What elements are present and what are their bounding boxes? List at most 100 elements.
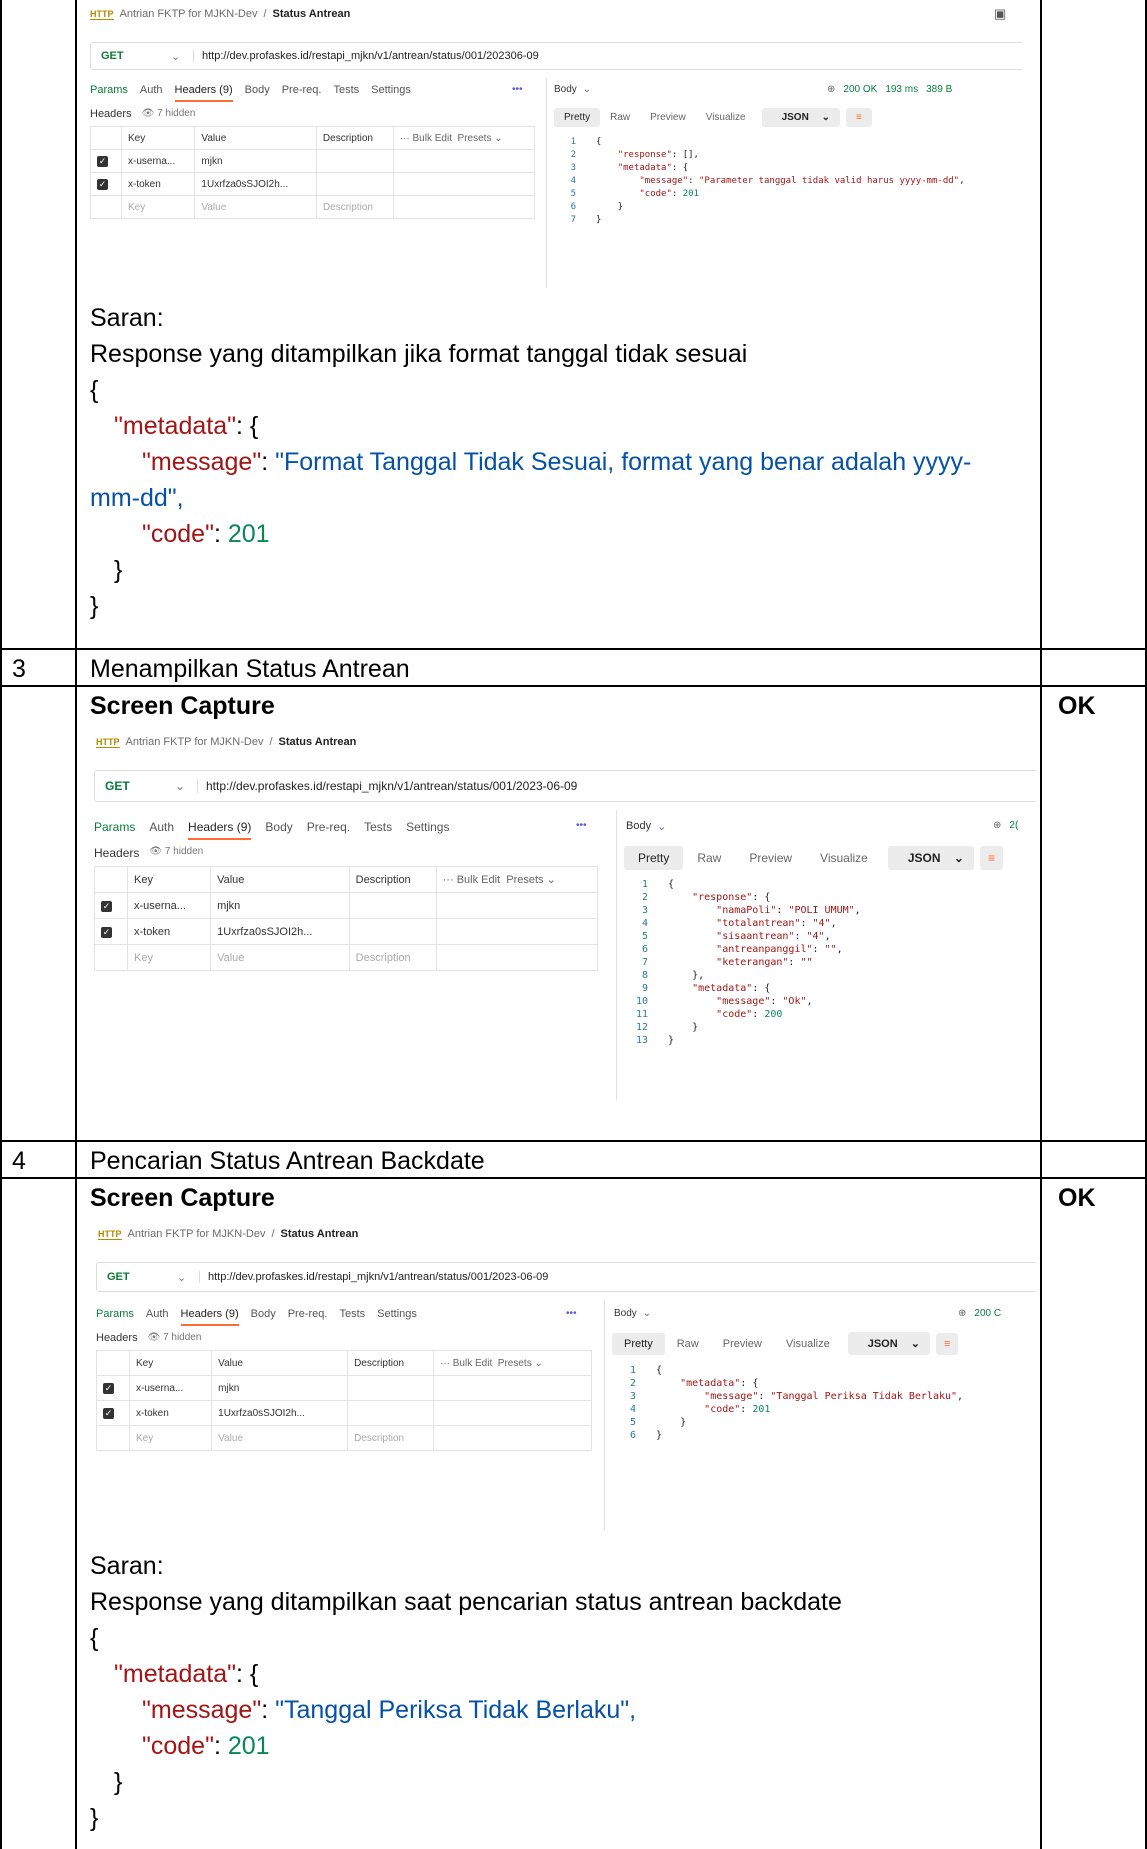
row-divider bbox=[0, 1177, 1147, 1179]
tab-prereq[interactable]: Pre-req. bbox=[282, 84, 322, 102]
tab-body[interactable]: Body bbox=[251, 1308, 276, 1326]
format-select[interactable]: JSON ⌄ bbox=[847, 1332, 930, 1355]
hidden-toggle[interactable]: 👁 7 hidden bbox=[149, 846, 203, 860]
headers-row: Headers 👁 7 hidden bbox=[94, 846, 204, 860]
globe-icon: ⊕ bbox=[993, 820, 1002, 831]
chevron-down-icon[interactable]: ⌄ bbox=[177, 1271, 199, 1284]
tab-params[interactable]: Params bbox=[90, 84, 128, 102]
tab-settings[interactable]: Settings bbox=[406, 820, 449, 840]
tab-pretty[interactable]: Pretty bbox=[624, 846, 684, 870]
tab-raw[interactable]: Raw bbox=[665, 1333, 711, 1355]
tab-headers[interactable]: Headers (9) bbox=[188, 820, 252, 840]
tab-preview[interactable]: Preview bbox=[640, 108, 696, 127]
wrap-icon[interactable]: ≡ bbox=[845, 108, 872, 127]
tab-settings[interactable]: Settings bbox=[371, 84, 411, 102]
url-bar[interactable]: GET ⌄ http://dev.profaskes.id/restapi_mj… bbox=[90, 42, 1022, 70]
line-number: 2 bbox=[570, 150, 576, 160]
more-icon[interactable]: ••• bbox=[512, 84, 523, 95]
response-status: ⊕ 200 OK 193 ms 389 B bbox=[827, 84, 953, 95]
tab-auth[interactable]: Auth bbox=[140, 84, 163, 102]
tab-settings[interactable]: Settings bbox=[377, 1308, 417, 1326]
tab-body[interactable]: Body bbox=[245, 84, 270, 102]
line-number: 1 bbox=[570, 137, 576, 147]
checkbox-icon[interactable]: ✓ bbox=[103, 1382, 114, 1394]
checkbox-icon[interactable]: ✓ bbox=[97, 155, 108, 167]
response-tabs: Pretty Raw Preview Visualize JSON ⌄ ≡ bbox=[624, 846, 1003, 870]
tab-prereq[interactable]: Pre-req. bbox=[307, 820, 350, 840]
format-select[interactable]: JSON ⌄ bbox=[887, 846, 974, 870]
line-number: 5 bbox=[570, 189, 576, 199]
method-select[interactable]: GET bbox=[91, 50, 171, 62]
tab-auth[interactable]: Auth bbox=[146, 1308, 169, 1326]
breadcrumb: HTTP Antrian FKTP for MJKN-Dev / Status … bbox=[98, 1228, 359, 1240]
line-number: 1 bbox=[629, 1365, 636, 1376]
status-ok: OK bbox=[1058, 692, 1096, 720]
tab-headers[interactable]: Headers (9) bbox=[180, 1308, 239, 1326]
tab-raw[interactable]: Raw bbox=[600, 108, 640, 127]
checkbox-icon[interactable]: ✓ bbox=[103, 1407, 114, 1419]
request-tabs: Params Auth Headers (9) Body Pre-req. Te… bbox=[94, 820, 449, 840]
line-number: 9 bbox=[641, 983, 648, 994]
tab-tests[interactable]: Tests bbox=[339, 1308, 365, 1326]
breadcrumb: HTTP Antrian FKTP for MJKN-Dev / Status … bbox=[90, 8, 351, 20]
tab-visualize[interactable]: Visualize bbox=[806, 846, 882, 870]
tab-visualize[interactable]: Visualize bbox=[696, 108, 756, 127]
code-line: } bbox=[668, 1035, 675, 1046]
code-line: "message": "Parameter tanggal tidak vali… bbox=[639, 176, 965, 186]
checkbox-icon[interactable]: ✓ bbox=[97, 178, 108, 190]
tab-params[interactable]: Params bbox=[94, 820, 135, 840]
tab-preview[interactable]: Preview bbox=[711, 1333, 774, 1355]
postman-screenshot-3: HTTP Antrian FKTP for MJKN-Dev / Status … bbox=[90, 1220, 1036, 1530]
tab-preview[interactable]: Preview bbox=[735, 846, 806, 870]
line-number: 7 bbox=[641, 957, 648, 968]
checkbox-icon[interactable]: ✓ bbox=[101, 926, 112, 938]
tab-auth[interactable]: Auth bbox=[149, 820, 174, 840]
line-number: 3 bbox=[570, 163, 576, 173]
more-icon[interactable]: ••• bbox=[576, 820, 587, 831]
tab-body[interactable]: Body bbox=[265, 820, 292, 840]
tab-pretty[interactable]: Pretty bbox=[554, 108, 601, 127]
line-number: 8 bbox=[641, 970, 648, 981]
response-body-header: Body ⌄ bbox=[554, 84, 592, 95]
code-line: { bbox=[596, 137, 602, 147]
screen-capture-label: Screen Capture bbox=[90, 692, 275, 720]
saran-block-1: Saran: Response yang ditampilkan jika fo… bbox=[90, 304, 972, 620]
url-bar[interactable]: GET ⌄ http://dev.profaskes.id/restapi_mj… bbox=[96, 1262, 1036, 1292]
wrap-icon[interactable]: ≡ bbox=[979, 846, 1003, 870]
code-line: "keterangan": "" bbox=[716, 957, 813, 968]
http-icon: HTTP bbox=[96, 736, 120, 748]
row-title: Menampilkan Status Antrean bbox=[90, 655, 410, 683]
row-title: Pencarian Status Antrean Backdate bbox=[90, 1147, 485, 1175]
url-input[interactable]: http://dev.profaskes.id/restapi_mjkn/v1/… bbox=[197, 779, 577, 793]
tab-pretty[interactable]: Pretty bbox=[612, 1332, 665, 1355]
hidden-toggle[interactable]: 👁 7 hidden bbox=[142, 108, 196, 120]
tab-tests[interactable]: Tests bbox=[364, 820, 392, 840]
wrap-icon[interactable]: ≡ bbox=[935, 1332, 959, 1355]
url-input[interactable]: http://dev.profaskes.id/restapi_mjkn/v1/… bbox=[199, 1271, 548, 1283]
tab-visualize[interactable]: Visualize bbox=[774, 1333, 842, 1355]
headers-row: Headers 👁 7 hidden bbox=[90, 108, 196, 120]
method-select[interactable]: GET bbox=[97, 1271, 177, 1283]
checkbox-icon[interactable]: ✓ bbox=[101, 900, 112, 912]
chevron-down-icon[interactable]: ⌄ bbox=[175, 779, 197, 793]
code-line: "response": { bbox=[692, 892, 771, 903]
hidden-toggle[interactable]: 👁 7 hidden bbox=[148, 1332, 202, 1344]
url-bar[interactable]: GET ⌄ http://dev.profaskes.id/restapi_mj… bbox=[94, 770, 1036, 802]
tab-prereq[interactable]: Pre-req. bbox=[288, 1308, 328, 1326]
line-number: 11 bbox=[635, 1009, 648, 1020]
response-tabs: Pretty Raw Preview Visualize JSON ⌄ ≡ bbox=[554, 108, 872, 127]
format-select[interactable]: JSON ⌄ bbox=[761, 108, 840, 127]
tab-raw[interactable]: Raw bbox=[683, 846, 735, 870]
code-line: "code": 201 bbox=[704, 1404, 771, 1415]
url-input[interactable]: http://dev.profaskes.id/restapi_mjkn/v1/… bbox=[193, 50, 539, 62]
chevron-down-icon[interactable]: ⌄ bbox=[171, 50, 193, 63]
tab-tests[interactable]: Tests bbox=[333, 84, 359, 102]
method-select[interactable]: GET bbox=[95, 779, 175, 793]
tab-headers[interactable]: Headers (9) bbox=[174, 84, 233, 102]
more-icon[interactable]: ••• bbox=[566, 1308, 577, 1319]
save-icon[interactable]: ▣ bbox=[994, 6, 1006, 22]
screen-capture-label: Screen Capture bbox=[90, 1184, 275, 1212]
globe-icon: ⊕ bbox=[827, 84, 836, 95]
response-code: 1 {2 "response": [], 3 "metadata": {4 "mes… bbox=[552, 136, 1022, 256]
tab-params[interactable]: Params bbox=[96, 1308, 134, 1326]
